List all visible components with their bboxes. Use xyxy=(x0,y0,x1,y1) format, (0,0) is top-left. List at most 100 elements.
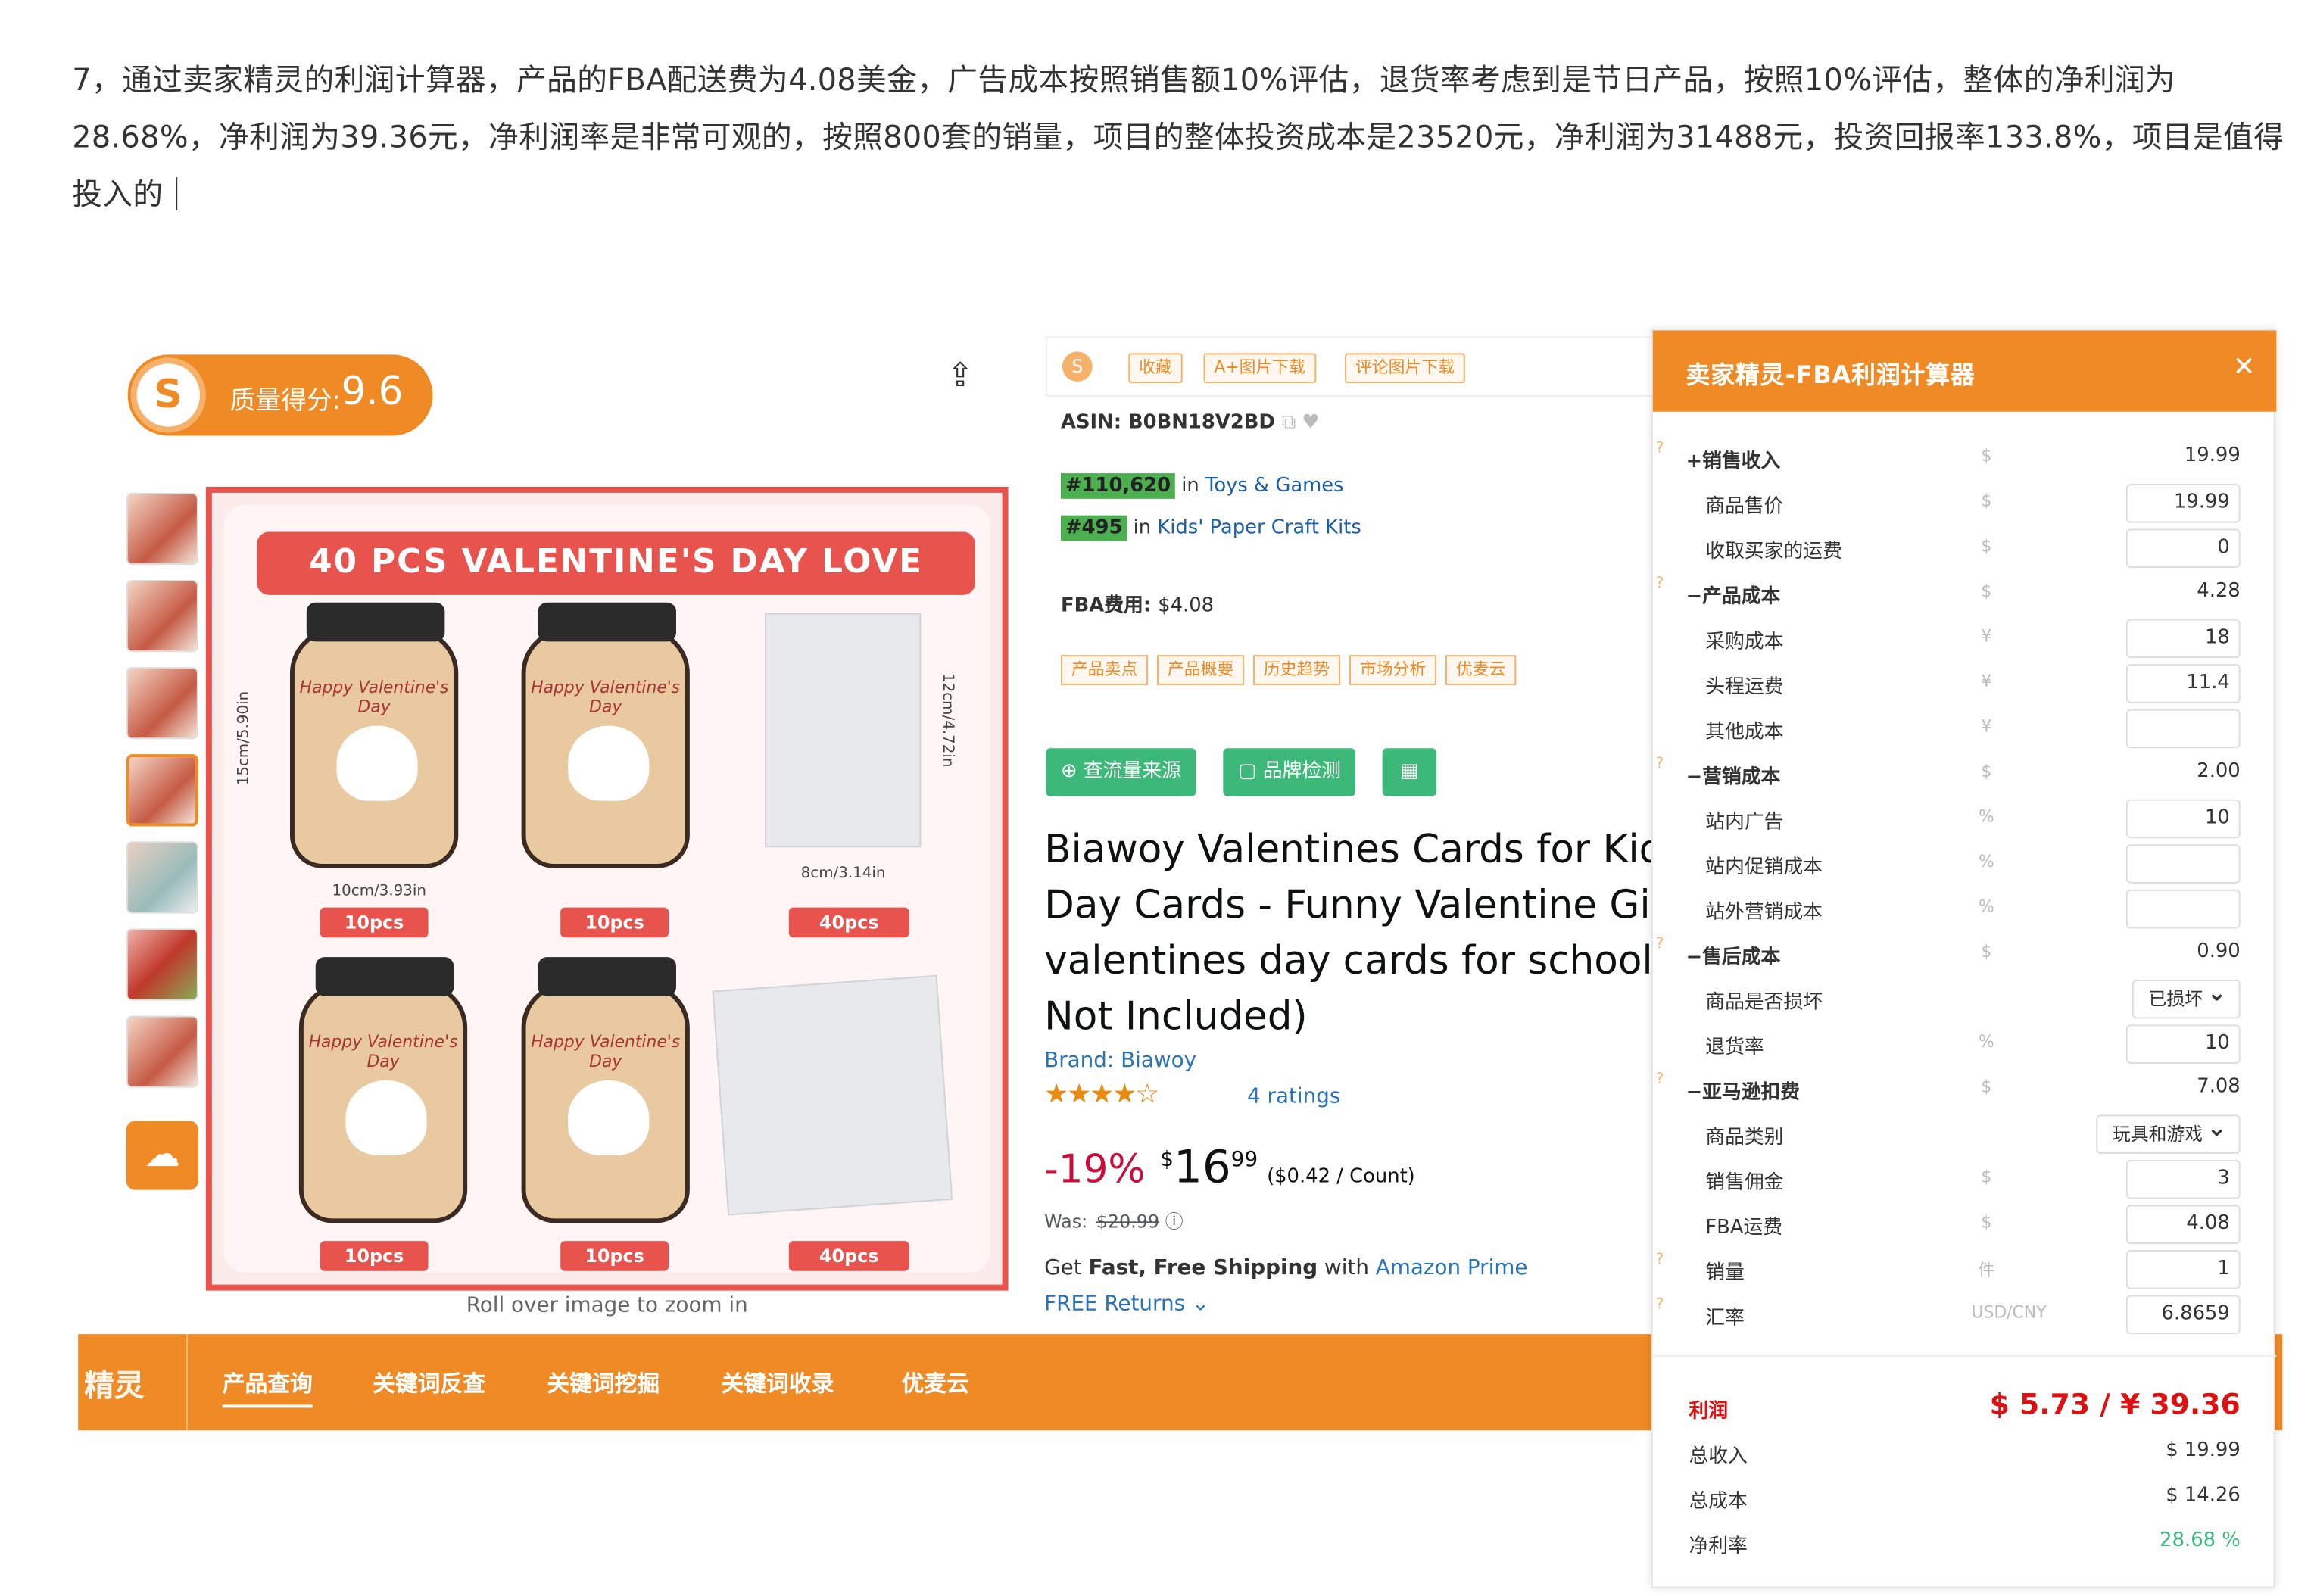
amazon-prime-link[interactable]: Amazon Prime xyxy=(1376,1256,1528,1280)
calc-input-field[interactable] xyxy=(2125,709,2241,749)
product-main-image[interactable]: 40 PCS VALENTINE'S DAY LOVE CARD Happy V… xyxy=(205,486,1009,1291)
thumbnail-selected[interactable] xyxy=(126,754,198,827)
help-icon[interactable]: ? xyxy=(1656,575,1664,592)
nav-keyword-reverse[interactable]: 关键词反查 xyxy=(373,1367,485,1399)
share-icon[interactable]: ⇪ xyxy=(937,357,983,403)
calc-input-field[interactable] xyxy=(2125,844,2241,884)
info-icon[interactable]: ⓘ xyxy=(1165,1211,1184,1232)
calc-group-row: −营销成本? $2.00 xyxy=(1653,751,2277,796)
plugin-toolbar: S 收藏 A+图片下载 评论图片下载 xyxy=(1046,336,1656,397)
revenue-row: 总收入 $ 19.99 xyxy=(1653,1430,2277,1476)
calc-group-row: −售后成本? $0.90 xyxy=(1653,931,2277,977)
calc-input-field[interactable]: 6.8659 xyxy=(2125,1295,2241,1335)
calc-row-unit: $ xyxy=(1981,762,1992,781)
chip-youmaiyun[interactable]: 优麦云 xyxy=(1445,655,1517,685)
nav-youmaiyun[interactable]: 优麦云 xyxy=(902,1367,969,1399)
calc-select-dropdown[interactable]: 已损坏 xyxy=(2132,975,2241,1019)
calculator-icon[interactable]: ▦ xyxy=(1382,748,1437,796)
nav-product-search[interactable]: 产品查询 xyxy=(222,1367,313,1408)
free-returns-link[interactable]: FREE Returns ⌄ xyxy=(1044,1292,1209,1317)
calc-input-field[interactable]: 0 xyxy=(2125,528,2241,569)
help-icon[interactable]: ? xyxy=(1656,1297,1664,1314)
calc-input-field[interactable]: 19.99 xyxy=(2125,483,2241,523)
envelope-stack-image xyxy=(712,974,953,1216)
nav-brand: 精灵 xyxy=(84,1367,145,1404)
fba-profit-calculator: 卖家精灵-FBA利润计算器 ✕ +销售收入? $19.99 商品售价 $19.99 收取… xyxy=(1651,329,2277,1588)
bsr-rank-row: #110,620 in Toys & Games xyxy=(1060,473,1344,499)
quantity-tag: 10pcs xyxy=(560,1241,669,1271)
review-image-download-button[interactable]: 评论图片下载 xyxy=(1345,353,1465,384)
help-icon[interactable]: ? xyxy=(1656,440,1664,457)
rank-category-link[interactable]: Toys & Games xyxy=(1205,475,1344,497)
title-line: valentines day cards for school E xyxy=(1044,939,1661,984)
help-icon[interactable]: ? xyxy=(1656,936,1664,952)
calc-input-field[interactable]: 11.4 xyxy=(2125,664,2241,703)
calc-input-field[interactable]: 18 xyxy=(2125,619,2241,659)
calc-row-label: 站外营销成本 xyxy=(1705,901,1823,924)
calc-row-label: 站内促销成本 xyxy=(1705,856,1823,879)
close-icon[interactable]: ✕ xyxy=(2233,351,2256,383)
calc-input-field[interactable]: 10 xyxy=(2125,1024,2241,1064)
calc-row-unit: % xyxy=(1978,852,1994,871)
calc-row-value: 2.00 xyxy=(2197,760,2241,783)
fba-fee-value: $4.08 xyxy=(1158,594,1215,618)
calc-input-field[interactable]: 10 xyxy=(2125,799,2241,839)
rank-category-link[interactable]: Kids' Paper Craft Kits xyxy=(1157,517,1361,540)
thumbnail[interactable] xyxy=(126,492,198,566)
chip-market[interactable]: 市场分析 xyxy=(1349,655,1437,685)
star-rating-icon[interactable]: ★★★★☆ xyxy=(1044,1079,1159,1111)
was-price: Was: $20.99 ⓘ xyxy=(1044,1208,1183,1233)
card-jar-image: Happy Valentine's Day xyxy=(521,602,690,868)
chip-summary[interactable]: 产品概要 xyxy=(1156,655,1245,685)
fba-fee: FBA费用: $4.08 xyxy=(1061,589,1214,618)
aplus-image-download-button[interactable]: A+图片下载 xyxy=(1203,353,1316,384)
help-icon[interactable]: ? xyxy=(1656,1071,1664,1088)
copy-icon[interactable]: ⧉ ♥ xyxy=(1282,412,1320,435)
thumbnail[interactable] xyxy=(126,1015,198,1088)
calc-field-row: 其他成本 ¥ xyxy=(1653,706,2277,752)
help-icon[interactable]: ? xyxy=(1656,756,1664,772)
thumbnail-strip xyxy=(126,492,201,1103)
calc-row-label: 销量 xyxy=(1705,1261,1745,1285)
calc-select-dropdown[interactable]: 玩具和游戏 xyxy=(2096,1110,2241,1155)
text-cursor-icon xyxy=(175,176,178,210)
chip-history[interactable]: 历史趋势 xyxy=(1252,655,1341,685)
thumbnail[interactable] xyxy=(126,667,198,740)
calc-field-row: FBA运费 $4.08 xyxy=(1653,1202,2277,1248)
calc-group-row: −产品成本? $4.28 xyxy=(1653,571,2277,616)
download-cloud-icon[interactable]: ☁ xyxy=(126,1121,198,1190)
article-paragraph: 7，通过卖家精灵的利润计算器，产品的FBA配送费为4.08美金，广告成本按照销售… xyxy=(72,51,2288,222)
was-price-value: $20.99 xyxy=(1096,1211,1160,1233)
calc-input-field[interactable]: 3 xyxy=(2125,1159,2241,1199)
calc-row-label: −产品成本 xyxy=(1686,585,1781,609)
calc-row-unit: $ xyxy=(1981,1167,1992,1187)
thumbnail[interactable] xyxy=(126,579,198,653)
plugin-chip-row: 产品卖点 产品概要 历史趋势 市场分析 优麦云 xyxy=(1060,652,1525,685)
calc-row-unit: $ xyxy=(1981,942,1992,962)
brand-link[interactable]: Brand: Biawoy xyxy=(1044,1049,1196,1073)
thumbnail[interactable] xyxy=(126,928,198,1001)
chip-selling-points[interactable]: 产品卖点 xyxy=(1060,655,1149,685)
ratings-link[interactable]: 4 ratings xyxy=(1247,1085,1340,1109)
calc-row-label: 商品售价 xyxy=(1705,495,1784,519)
quality-score-badge[interactable]: S 质量得分: 9.6 xyxy=(127,354,433,436)
jar-text: Happy Valentine's Day xyxy=(531,1032,681,1071)
nav-keyword-indexing[interactable]: 关键词收录 xyxy=(722,1367,834,1399)
envelope-image xyxy=(765,613,922,848)
calc-input-field[interactable]: 1 xyxy=(2125,1250,2241,1289)
calc-input-field[interactable]: 4.08 xyxy=(2125,1205,2241,1245)
help-icon[interactable]: ? xyxy=(1656,1252,1664,1268)
ship-prefix: Get xyxy=(1044,1255,1082,1280)
nav-keyword-mining[interactable]: 关键词挖掘 xyxy=(547,1367,660,1399)
calc-row-label: 其他成本 xyxy=(1705,721,1784,744)
calc-row-unit: % xyxy=(1978,806,1994,827)
brand-check-button[interactable]: ▢ 品牌检测 xyxy=(1223,748,1356,796)
thumbnail[interactable] xyxy=(126,841,198,914)
price-symbol: $ xyxy=(1160,1148,1174,1172)
net-margin-value: 28.68 % xyxy=(2160,1529,2241,1552)
unit-price: ($0.42 / Count) xyxy=(1267,1165,1415,1189)
traffic-source-button[interactable]: ⊕ 查流量来源 xyxy=(1046,748,1196,796)
favorite-button[interactable]: 收藏 xyxy=(1128,353,1183,384)
profit-value: $ 5.73 / ¥ 39.36 xyxy=(1989,1388,2241,1422)
calc-input-field[interactable] xyxy=(2125,889,2241,929)
